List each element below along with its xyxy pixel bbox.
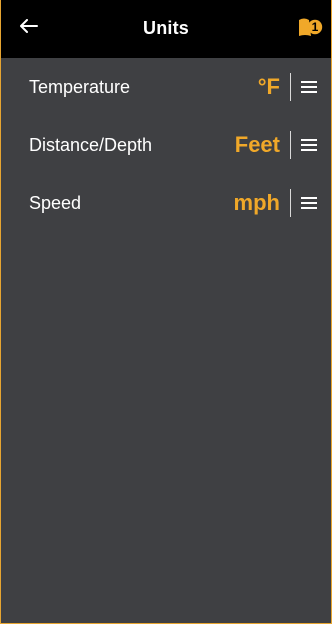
units-list: Temperature °F Distance/Depth Feet Speed… [1,58,331,232]
alert-badge-icon: 1 [299,18,323,36]
hamburger-icon[interactable] [301,80,317,94]
distance-depth-label: Distance/Depth [29,134,153,155]
page-title: Units [143,18,189,38]
temperature-value: °F [257,74,280,99]
row-divider [290,131,291,159]
temperature-label: Temperature [29,76,131,97]
row-divider [290,73,291,101]
alert-button[interactable]: 1 [297,14,323,40]
distance-depth-value: Feet [234,132,280,157]
speed-row[interactable]: Speed mph [1,174,331,232]
row-divider [290,189,291,217]
alert-count: 1 [312,20,319,34]
speed-value: mph [233,190,280,215]
units-screen: Units 1 Temperature °F Distance/Depth Fe… [0,0,332,624]
speed-label: Speed [29,192,82,213]
distance-depth-row[interactable]: Distance/Depth Feet [1,116,331,174]
hamburger-icon[interactable] [301,196,317,210]
header-bar: Units 1 [1,0,331,58]
hamburger-icon[interactable] [301,138,317,152]
temperature-row[interactable]: Temperature °F [1,58,331,116]
